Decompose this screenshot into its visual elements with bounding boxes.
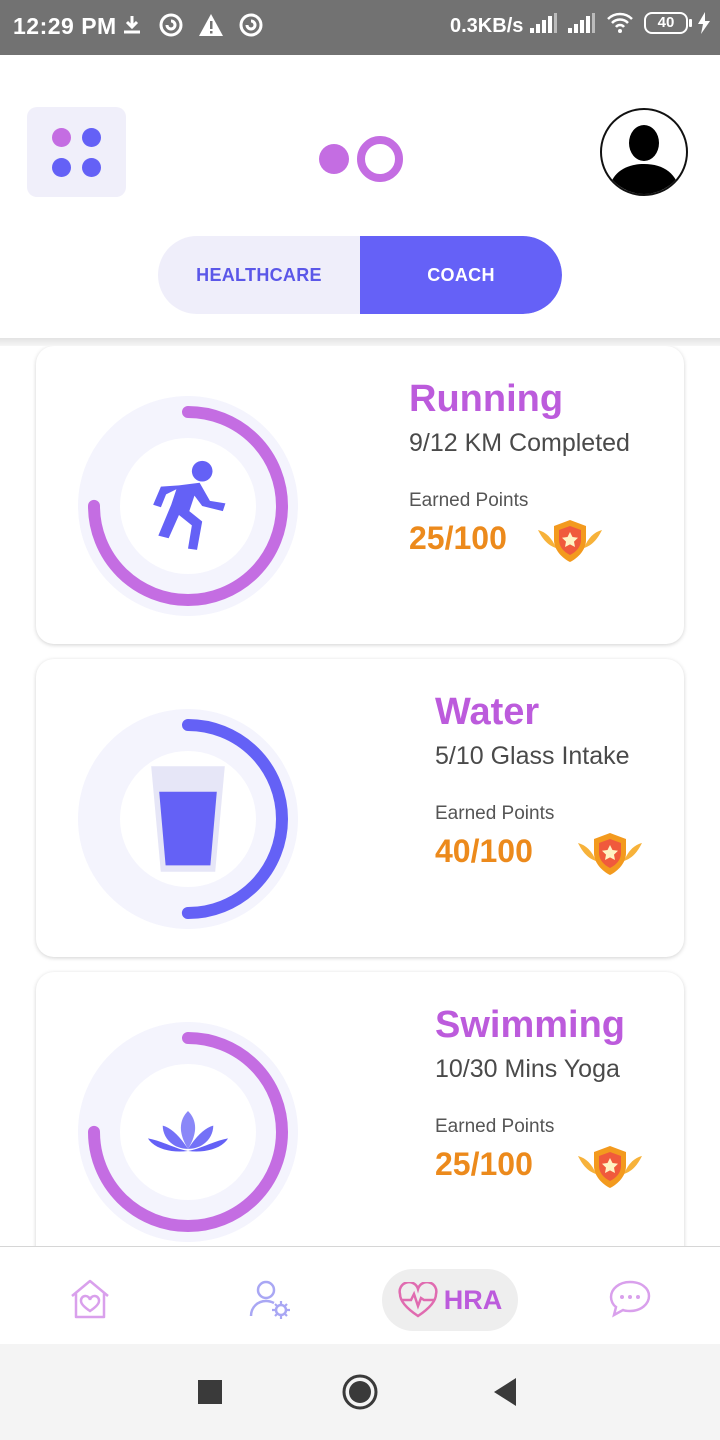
- earned-points-label: Earned Points: [409, 490, 529, 511]
- card-subtitle: 10/30 Mins Yoga: [435, 1055, 620, 1083]
- menu-button[interactable]: [27, 107, 126, 197]
- battery-indicator: 40: [644, 12, 692, 34]
- tab-coach[interactable]: COACH: [360, 236, 562, 314]
- system-navigation-bar: [0, 1344, 720, 1440]
- status-notification-icons: [120, 12, 264, 38]
- reward-badge-icon: [578, 833, 642, 875]
- status-system-icons: 40: [530, 12, 710, 34]
- nav-hra-label: HRA: [443, 1284, 503, 1315]
- home-heart-icon: [71, 1279, 109, 1319]
- reward-badge-icon: [538, 520, 602, 562]
- recent-apps-icon[interactable]: [198, 1380, 222, 1404]
- activity-card-running[interactable]: Running 9/12 KM Completed Earned Points …: [36, 346, 684, 644]
- activity-card-list[interactable]: Running 9/12 KM Completed Earned Points …: [0, 346, 720, 1246]
- nav-chat[interactable]: [602, 1269, 658, 1329]
- card-subtitle: 5/10 Glass Intake: [435, 742, 630, 770]
- card-title: Swimming: [435, 1004, 626, 1046]
- status-time: 12:29 PM: [13, 13, 117, 39]
- menu-dot: [52, 128, 71, 147]
- chat-icon: [609, 1280, 651, 1318]
- sync-icon: [159, 13, 183, 37]
- user-settings-icon: [249, 1280, 290, 1319]
- back-icon[interactable]: [494, 1378, 518, 1406]
- lotus-icon: [148, 1092, 228, 1172]
- runner-icon: [148, 460, 228, 550]
- profile-avatar[interactable]: [600, 108, 688, 196]
- points-value: 25/100: [435, 1146, 533, 1182]
- card-title: Water: [435, 691, 540, 733]
- home-button-icon[interactable]: [341, 1373, 379, 1411]
- progress-ring: [78, 1022, 298, 1242]
- heartbeat-icon: [398, 1282, 438, 1318]
- app-logo-icon: [319, 136, 403, 182]
- charging-icon: [698, 12, 710, 34]
- nav-home[interactable]: [62, 1269, 118, 1329]
- progress-ring: [78, 396, 298, 616]
- signal-icon: [530, 13, 557, 33]
- tab-healthcare[interactable]: HEALTHCARE: [158, 236, 360, 314]
- warning-icon: [199, 14, 223, 36]
- card-subtitle: 9/12 KM Completed: [409, 429, 630, 457]
- points-value: 40/100: [435, 833, 533, 869]
- signal-icon-2: [568, 13, 595, 33]
- progress-ring: [78, 709, 298, 929]
- header-divider: [0, 338, 720, 346]
- status-net-speed: 0.3KB/s: [450, 15, 524, 37]
- points-value: 25/100: [409, 520, 507, 556]
- sync-icon-2: [239, 13, 263, 37]
- earned-points-label: Earned Points: [435, 1116, 555, 1137]
- wifi-icon: [607, 12, 633, 33]
- activity-card-water[interactable]: Water 5/10 Glass Intake Earned Points 40…: [36, 659, 684, 957]
- nav-profile-settings[interactable]: [242, 1269, 298, 1329]
- reward-badge-icon: [578, 1146, 642, 1188]
- menu-dot: [52, 158, 71, 177]
- download-icon: [124, 16, 140, 34]
- activity-card-swimming[interactable]: Swimming 10/30 Mins Yoga Earned Points 2…: [36, 972, 684, 1246]
- bottom-navigation: HRA: [0, 1246, 720, 1344]
- status-bar: 12:29 PM 0.3KB/s 40: [0, 0, 720, 55]
- card-title: Running: [409, 378, 564, 420]
- menu-dot: [82, 158, 101, 177]
- menu-dot: [82, 128, 101, 147]
- user-avatar-icon: [608, 125, 680, 194]
- nav-hra[interactable]: HRA: [382, 1269, 518, 1331]
- mode-toggle: HEALTHCARE COACH: [158, 236, 562, 314]
- app-screen: 12:29 PM 0.3KB/s 40 HEALTHCARE COACH Run…: [0, 0, 720, 1440]
- water-glass-icon: [148, 766, 228, 872]
- earned-points-label: Earned Points: [435, 803, 555, 824]
